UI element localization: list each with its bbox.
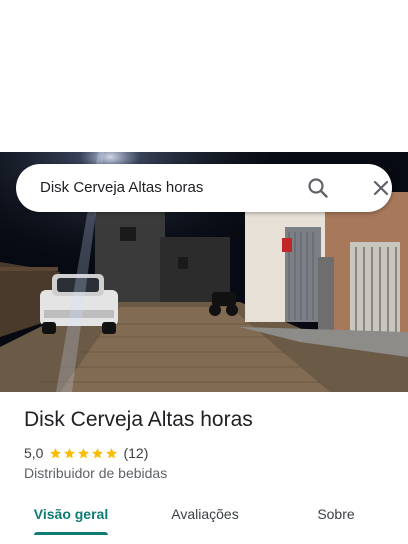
- tab-about[interactable]: Sobre: [304, 494, 368, 534]
- place-category: Distribuidor de bebidas: [24, 465, 168, 481]
- place-title: Disk Cerveja Altas horas: [24, 408, 253, 431]
- close-icon[interactable]: [369, 176, 393, 200]
- star-icon: [78, 447, 90, 458]
- search-icon[interactable]: [306, 176, 330, 200]
- search-bar[interactable]: Disk Cerveja Altas horas: [16, 164, 392, 212]
- tab-reviews[interactable]: Avaliações: [160, 494, 250, 534]
- star-icon: [92, 447, 104, 458]
- rating-value: 5,0: [24, 445, 44, 461]
- tab-overview[interactable]: Visão geral: [30, 494, 112, 534]
- blank-map-area: [0, 0, 408, 152]
- search-input[interactable]: Disk Cerveja Altas horas: [40, 164, 203, 212]
- review-count[interactable]: (12): [123, 445, 148, 461]
- rating-row[interactable]: 5,0 (12): [24, 444, 148, 462]
- star-icon: [50, 447, 62, 458]
- active-tab-indicator: [34, 532, 108, 535]
- star-icon: [106, 447, 118, 458]
- star-icon: [64, 447, 76, 458]
- star-rating: [49, 447, 119, 460]
- place-tabs: Visão geral Avaliações Sobre: [0, 494, 408, 536]
